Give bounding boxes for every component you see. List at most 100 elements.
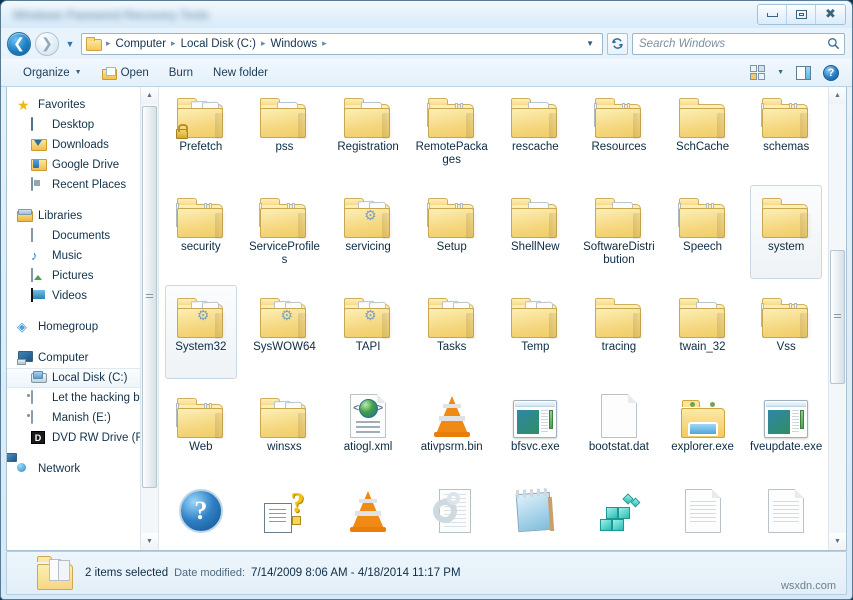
file-item[interactable]: SoftwareDistribution [577,182,661,282]
minimize-button[interactable] [758,5,787,24]
preview-pane-button[interactable] [790,63,817,83]
file-scroll-track[interactable] [829,104,846,533]
video-icon [31,288,33,302]
file-item[interactable]: Web [159,382,243,482]
sidebar-item-documents[interactable]: Documents [7,226,140,246]
search-input[interactable] [639,37,827,50]
file-item[interactable]: ? [243,482,327,536]
close-button[interactable]: ✖ [816,5,845,24]
change-view-button[interactable] [744,62,771,83]
file-item[interactable]: schemas [744,87,828,182]
sidebar-item-downloads[interactable]: Downloads [7,135,140,155]
sidebar-item-manish-e[interactable]: Manish (E:) [7,408,140,428]
sidebar-group-libraries[interactable]: Libraries [7,206,140,226]
sidebar-group-favorites[interactable]: ★ Favorites [7,95,140,115]
file-icon-box [426,288,478,339]
help-button[interactable]: ? [817,62,845,84]
file-item[interactable]: ⚙ TAPI [326,282,410,382]
sidebar-item-let-the-hacking-b[interactable]: Let the hacking b [7,388,140,408]
file-name-label: winsxs [267,441,302,453]
file-item[interactable]: ServiceProfiles [243,182,327,282]
file-item[interactable]: rescache [494,87,578,182]
file-name-label: servicing [345,241,391,253]
file-name-label: ShellNew [511,241,560,253]
file-item[interactable]: Tasks [410,282,494,382]
breadcrumb-dropdown-icon[interactable]: ▼ [580,39,600,48]
file-item[interactable]: Prefetch [159,87,243,182]
file-item[interactable]: explorer.exe [661,382,745,482]
sidebar-item-dvd-rw-drive-f[interactable]: D DVD RW Drive (F: [7,428,140,448]
search-box[interactable] [632,32,845,55]
breadcrumb-windows[interactable]: Windows [269,38,320,50]
file-item[interactable]: tracing [577,282,661,382]
sidebar-item-local-disk-c[interactable]: Local Disk (C:) [7,368,140,388]
new-folder-button[interactable]: New folder [203,64,278,82]
file-item[interactable]: ⚙ System32 [159,282,243,382]
maximize-button[interactable] [787,5,816,24]
sidebar-item-recent-places[interactable]: Recent Places [7,175,140,195]
file-item[interactable] [744,482,828,536]
file-item[interactable]: bfsvc.exe [494,382,578,482]
selection-count: 2 items selected [85,567,169,579]
sidebar-scroll-track[interactable] [141,104,158,533]
navigation-tree: ★ Favorites Desktop Downloads Google Dri… [7,87,140,550]
scroll-down-icon[interactable]: ▼ [141,533,158,550]
file-item[interactable] [661,482,745,536]
forward-button[interactable]: ❯ [35,31,59,56]
file-item[interactable]: RemotePackages [410,87,494,182]
file-item[interactable]: ⚙ SysWOW64 [243,282,327,382]
open-button[interactable]: Open [92,64,159,82]
file-scroll-thumb[interactable] [830,250,845,384]
file-item[interactable]: Setup [410,182,494,282]
file-item[interactable]: winsxs [243,382,327,482]
view-dropdown-button[interactable]: ▼ [771,66,790,79]
file-item[interactable] [410,482,494,536]
file-item[interactable]: Speech [661,182,745,282]
sidebar-group-computer[interactable]: Computer [7,348,140,368]
file-item[interactable]: Resources [577,87,661,182]
file-item[interactable] [577,482,661,536]
scroll-up-icon[interactable]: ▲ [829,87,846,104]
file-item[interactable]: pss [243,87,327,182]
sidebar-scrollbar[interactable]: ▲ ▼ [140,87,158,550]
sidebar-item-desktop[interactable]: Desktop [7,115,140,135]
burn-button[interactable]: Burn [159,64,203,82]
file-item[interactable]: bootstat.dat [577,382,661,482]
sidebar-item-videos[interactable]: Videos [7,286,140,306]
help-icon: ? [823,64,839,81]
file-item[interactable]: twain_32 [661,282,745,382]
file-item[interactable]: system [744,182,828,282]
file-item[interactable]: Vss [744,282,828,382]
scroll-down-icon[interactable]: ▼ [829,533,846,550]
sidebar-item-music[interactable]: ♪ Music [7,246,140,266]
file-item[interactable]: SchCache [661,87,745,182]
breadcrumb-local-disk[interactable]: Local Disk (C:) [179,38,258,50]
file-item[interactable]: ShellNew [494,182,578,282]
recent-pages-dropdown[interactable]: ▼ [63,39,77,49]
breadcrumb[interactable]: ▸ Computer ▸ Local Disk (C:) ▸ Windows ▸… [81,32,603,55]
breadcrumb-computer[interactable]: Computer [114,38,169,50]
sidebar-item-google-drive[interactable]: Google Drive [7,155,140,175]
sidebar-item-pictures[interactable]: Pictures [7,266,140,286]
file-name-label: ativpsrm.bin [420,441,483,453]
organize-button[interactable]: Organize ▼ [13,64,92,82]
sidebar-item-network[interactable]: Network [7,459,140,479]
file-list-scrollbar[interactable]: ▲ ▼ [828,87,846,550]
file-item[interactable]: ? [159,482,243,536]
command-bar: Organize ▼ Open Burn New folder ▼ ? [1,59,852,87]
file-item[interactable]: security [159,182,243,282]
sidebar-item-homegroup[interactable]: ◈ Homegroup [7,317,140,337]
refresh-button[interactable] [607,32,628,55]
file-icon-box [677,88,729,139]
file-item[interactable]: Registration [326,87,410,182]
back-button[interactable]: ❮ [7,31,31,56]
sidebar-scroll-thumb[interactable] [142,106,157,488]
file-item[interactable]: fveupdate.exe [744,382,828,482]
file-item[interactable]: Temp [494,282,578,382]
file-item[interactable]: ⚙ servicing [326,182,410,282]
file-item[interactable]: < > atiogl.xml [326,382,410,482]
file-item[interactable]: ativpsrm.bin [410,382,494,482]
file-item[interactable] [326,482,410,536]
file-item[interactable] [494,482,578,536]
scroll-up-icon[interactable]: ▲ [141,87,158,104]
